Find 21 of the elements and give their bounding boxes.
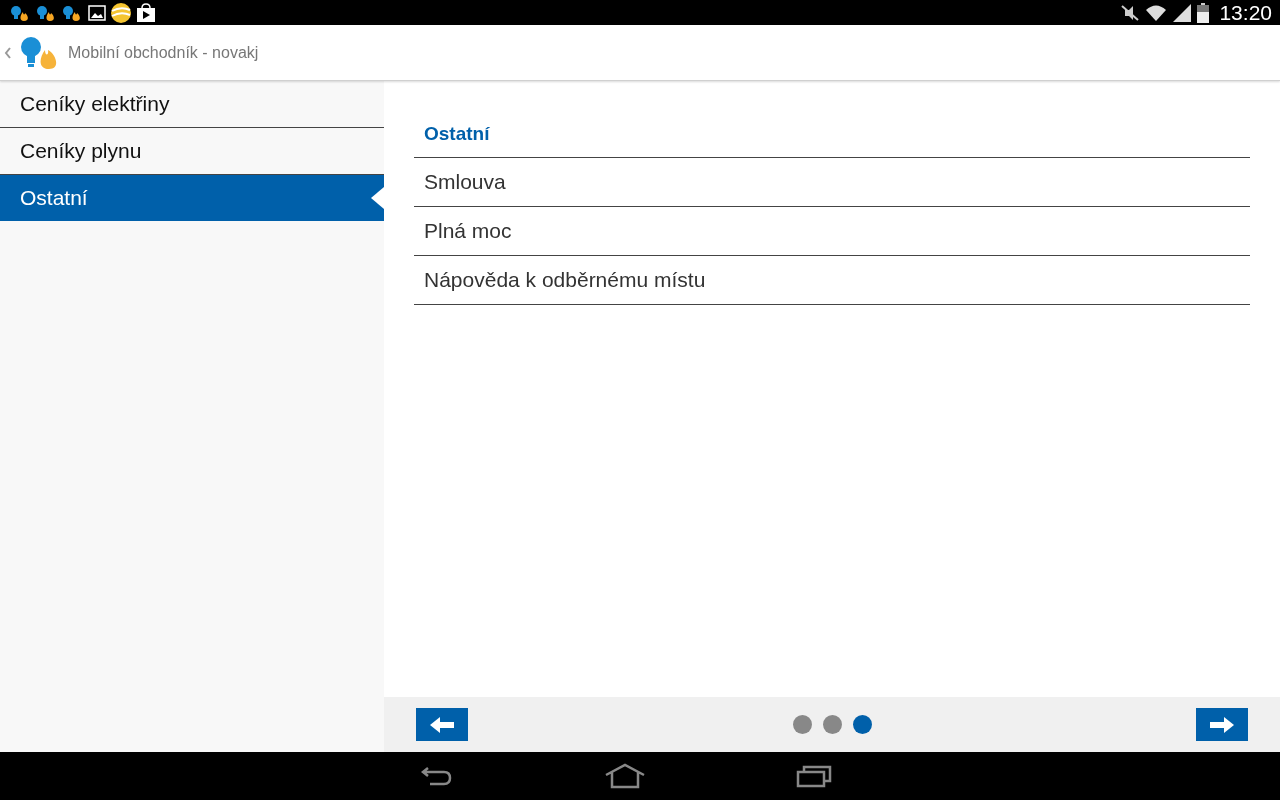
page-dot[interactable]	[822, 715, 842, 734]
list-item[interactable]: Plná moc	[414, 207, 1250, 256]
battery-icon	[1197, 2, 1210, 23]
section-heading: Ostatní	[414, 111, 1250, 158]
home-icon[interactable]	[604, 763, 646, 789]
wifi-icon	[1145, 3, 1168, 22]
image-icon	[88, 4, 106, 21]
signal-icon	[1171, 3, 1194, 22]
recent-apps-icon[interactable]	[796, 764, 832, 788]
next-button[interactable]	[1196, 708, 1248, 741]
globe-icon	[110, 1, 132, 24]
previous-button[interactable]	[416, 708, 468, 741]
page-dot[interactable]	[852, 715, 872, 734]
page-dot[interactable]	[792, 715, 812, 734]
app-title: Mobilní obchodník - novakj	[68, 43, 259, 62]
sidebar-item[interactable]: Ostatní	[0, 175, 384, 221]
list-item[interactable]: Nápověda k odběrnému místu	[414, 256, 1250, 305]
list-item[interactable]: Smlouva	[414, 158, 1250, 207]
back-icon[interactable]	[420, 764, 454, 788]
back-chevron-icon[interactable]	[4, 45, 12, 60]
clock-time: 13:20	[1219, 0, 1272, 25]
